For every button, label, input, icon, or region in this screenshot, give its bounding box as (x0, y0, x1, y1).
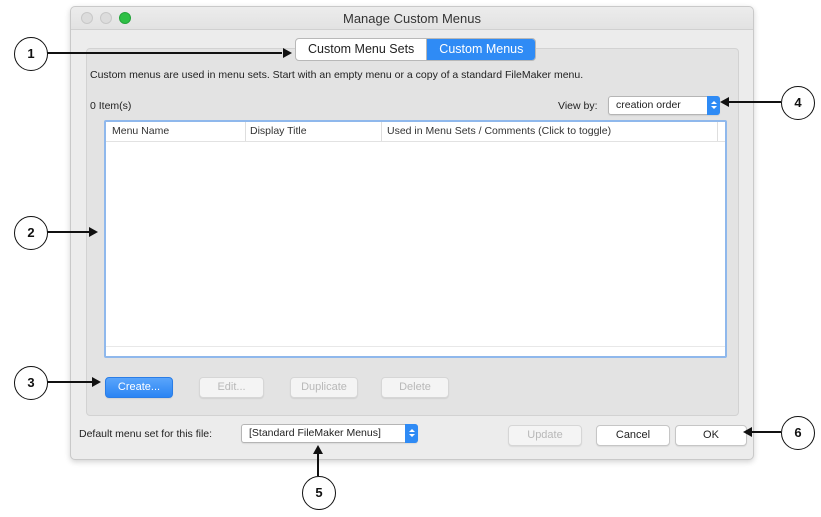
tab-bar: Custom Menu Sets Custom Menus (295, 38, 537, 61)
manage-custom-menus-window: Manage Custom Menus Custom Menu Sets Cus… (70, 6, 754, 460)
callout-4-arrow-line (729, 101, 781, 103)
view-by-value: creation order (616, 99, 681, 111)
table-horizontal-scrollbar[interactable] (106, 346, 725, 356)
default-menu-set-label: Default menu set for this file: (79, 428, 213, 440)
info-text: Custom menus are used in menu sets. Star… (90, 69, 584, 81)
title-bar: Manage Custom Menus (71, 7, 753, 30)
window-title: Manage Custom Menus (342, 11, 481, 26)
callout-2-arrow-line (47, 231, 89, 233)
item-count: 0 Item(s) (90, 100, 132, 112)
view-by-label: View by: (558, 100, 598, 112)
popup-stepper-icon (707, 96, 720, 115)
create-button[interactable]: Create... (105, 377, 173, 398)
delete-button[interactable]: Delete (381, 377, 449, 398)
edit-button[interactable]: Edit... (199, 377, 264, 398)
callout-2-arrowhead-icon (89, 227, 98, 237)
callout-1-arrow-line (47, 52, 282, 54)
tab-custom-menu-sets[interactable]: Custom Menu Sets (296, 39, 426, 60)
callout-6: 6 (781, 416, 815, 450)
callout-6-arrowhead-icon (743, 427, 752, 437)
callout-3-arrow-line (47, 381, 92, 383)
column-header-display-title[interactable]: Display Title (244, 122, 382, 141)
cancel-button[interactable]: Cancel (596, 425, 670, 446)
default-menu-set-value: [Standard FileMaker Menus] (249, 427, 381, 439)
callout-5-arrowhead-icon (313, 445, 323, 454)
column-header-used-in-menu-sets[interactable]: Used in Menu Sets / Comments (Click to t… (381, 122, 718, 141)
view-by-popup[interactable]: creation order (608, 96, 720, 115)
callout-1: 1 (14, 37, 48, 71)
table-header: Menu Name Display Title Used in Menu Set… (106, 122, 725, 142)
callout-3: 3 (14, 366, 48, 400)
callout-6-arrow-line (752, 431, 781, 433)
callout-4-arrowhead-icon (720, 97, 729, 107)
callout-2: 2 (14, 216, 48, 250)
column-header-menu-name[interactable]: Menu Name (106, 122, 246, 141)
callout-1-arrowhead-icon (283, 48, 292, 58)
custom-menus-table[interactable]: Menu Name Display Title Used in Menu Set… (104, 120, 727, 358)
callout-4: 4 (781, 86, 815, 120)
tab-custom-menus[interactable]: Custom Menus (427, 39, 536, 60)
callout-3-arrowhead-icon (92, 377, 101, 387)
default-menu-set-popup[interactable]: [Standard FileMaker Menus] (241, 424, 418, 443)
popup-stepper-icon (405, 424, 418, 443)
callout-5-arrow-line (317, 454, 319, 476)
callout-5: 5 (302, 476, 336, 510)
update-button[interactable]: Update (508, 425, 582, 446)
duplicate-button[interactable]: Duplicate (290, 377, 358, 398)
ok-button[interactable]: OK (675, 425, 747, 446)
